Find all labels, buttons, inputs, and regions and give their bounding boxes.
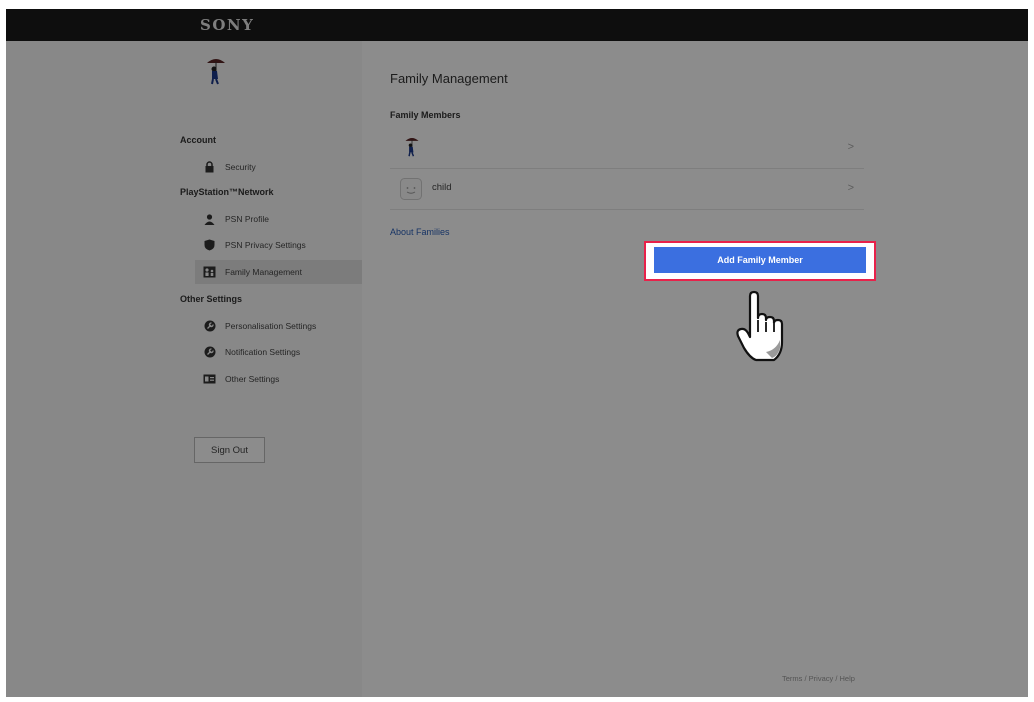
- wrench-icon: [203, 320, 216, 333]
- sidebar-item-other-settings[interactable]: Other Settings: [195, 367, 362, 391]
- sidebar-item-label: Security: [225, 162, 256, 172]
- highlight-layer: Add Family Member: [362, 41, 1028, 697]
- sidebar-item-label: Family Management: [225, 267, 303, 277]
- person-icon: [203, 213, 216, 226]
- wrench-icon: [203, 346, 216, 359]
- section-psn: PlayStation™Network: [180, 187, 274, 197]
- shield-icon: [203, 239, 216, 252]
- sidebar-item-label: Other Settings: [225, 374, 280, 384]
- family-icon: [203, 266, 216, 279]
- sign-out-button[interactable]: Sign Out: [194, 437, 265, 463]
- sidebar-item-psn-profile[interactable]: PSN Profile: [195, 207, 362, 231]
- sidebar-item-label: Notification Settings: [225, 347, 301, 357]
- sidebar-item-family-management[interactable]: Family Management: [195, 260, 362, 284]
- sony-logo: SONY: [200, 16, 255, 34]
- profile-avatar-icon: [207, 59, 225, 85]
- sidebar: Account Security PlayStation™Network PSN…: [6, 41, 362, 697]
- sidebar-item-label: PSN Privacy Settings: [225, 240, 306, 250]
- sidebar-item-notification[interactable]: Notification Settings: [195, 340, 362, 364]
- add-family-member-button[interactable]: Add Family Member: [654, 247, 866, 273]
- section-other: Other Settings: [180, 294, 243, 304]
- sidebar-item-personalisation[interactable]: Personalisation Settings: [195, 314, 362, 338]
- sidebar-item-psn-privacy[interactable]: PSN Privacy Settings: [195, 233, 362, 257]
- sidebar-item-security[interactable]: Security: [195, 155, 362, 179]
- app-frame: SONY Account Security PlayStation™Networ…: [6, 9, 1028, 697]
- sidebar-item-label: Personalisation Settings: [225, 321, 317, 331]
- sidebar-item-label: PSN Profile: [225, 214, 269, 224]
- lock-icon: [203, 161, 216, 174]
- section-account: Account: [180, 135, 216, 145]
- id-card-icon: [203, 373, 216, 386]
- top-bar: SONY: [6, 9, 1028, 41]
- hand-pointer-cursor-icon: [736, 290, 784, 362]
